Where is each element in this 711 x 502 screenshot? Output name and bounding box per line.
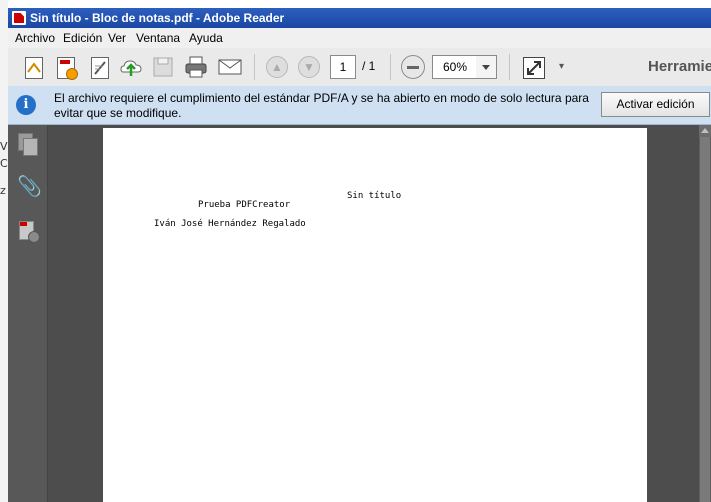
menu-ayuda[interactable]: Ayuda — [189, 31, 223, 45]
background-fragment: C — [0, 157, 8, 170]
next-page-icon: ▼ — [298, 56, 320, 78]
fullscreen-button[interactable] — [520, 54, 546, 80]
pdf-page[interactable]: Sin título Prueba PDFCreator Iván José H… — [103, 128, 647, 502]
email-icon — [218, 59, 242, 75]
enable-editing-button[interactable]: Activar edición — [601, 92, 710, 117]
document-title: Sin título — [347, 191, 402, 201]
upload-icon — [120, 60, 142, 76]
info-icon: i — [16, 95, 36, 115]
tools-pane-button[interactable]: Herramie — [648, 58, 711, 75]
email-button[interactable] — [217, 54, 243, 80]
menu-ver[interactable]: Ver — [108, 31, 126, 45]
document-area[interactable]: Sin título Prueba PDFCreator Iván José H… — [48, 125, 699, 502]
attachments-icon[interactable]: 📎 — [17, 175, 42, 199]
navigation-pane: 📎 — [8, 125, 48, 502]
gear-badge-icon — [66, 68, 78, 80]
vertical-scrollbar[interactable] — [699, 125, 711, 502]
zoom-out-icon[interactable] — [401, 55, 425, 79]
background-fragment: V — [0, 140, 8, 153]
print-button[interactable] — [183, 54, 209, 80]
toolbar-separator — [254, 54, 255, 80]
previous-page-icon: ▲ — [266, 56, 288, 78]
read-only-info-bar: i El archivo requiere el cumplimiento de… — [8, 86, 711, 125]
background-window-strip: V C z — [0, 0, 8, 502]
create-pdf-icon — [25, 57, 43, 79]
previous-page-button[interactable]: ▲ — [264, 54, 290, 80]
fullscreen-icon — [523, 57, 545, 79]
toolbar-separator — [390, 54, 391, 80]
signatures-icon[interactable] — [17, 220, 40, 244]
next-page-button[interactable]: ▼ — [296, 54, 322, 80]
sign-icon — [91, 57, 109, 79]
background-fragment: z — [0, 184, 6, 197]
page-total: / 1 — [362, 59, 376, 73]
scrollbar-thumb[interactable] — [700, 137, 710, 502]
customize-toolbar-icon[interactable]: ▾ — [559, 61, 564, 72]
sign-button[interactable] — [86, 54, 112, 80]
toolbar-separator — [509, 54, 510, 80]
window-title: Sin título - Bloc de notas.pdf - Adobe R… — [30, 11, 285, 25]
page-number-input[interactable]: 1 — [330, 55, 356, 79]
document-line: Iván José Hernández Regalado — [154, 219, 306, 229]
zoom-dropdown-button[interactable] — [476, 55, 497, 79]
title-bar[interactable]: Sin título - Bloc de notas.pdf - Adobe R… — [8, 8, 711, 28]
scroll-up-button[interactable] — [699, 125, 711, 137]
menu-ventana[interactable]: Ventana — [136, 31, 180, 45]
menu-archivo[interactable]: Archivo — [15, 31, 55, 45]
menu-bar: Archivo Edición Ver Ventana Ayuda — [8, 28, 711, 48]
convert-pdf-button[interactable] — [52, 54, 78, 80]
menu-edicion[interactable]: Edición — [63, 31, 102, 45]
create-pdf-button[interactable] — [20, 54, 46, 80]
document-line: Prueba PDFCreator — [198, 200, 291, 210]
upload-button[interactable] — [118, 54, 144, 80]
print-icon — [185, 56, 207, 78]
save-button[interactable] — [150, 54, 176, 80]
toolbar: ▲ ▼ 1 / 1 60% ▾ Herramie — [8, 48, 711, 87]
info-message: El archivo requiere el cumplimiento del … — [54, 91, 589, 120]
info-badge-icon — [28, 231, 40, 243]
zoom-input[interactable]: 60% — [432, 55, 478, 79]
pdf-app-icon[interactable] — [12, 11, 26, 25]
save-icon — [153, 57, 173, 77]
page-thumbnails-icon[interactable] — [17, 133, 39, 157]
